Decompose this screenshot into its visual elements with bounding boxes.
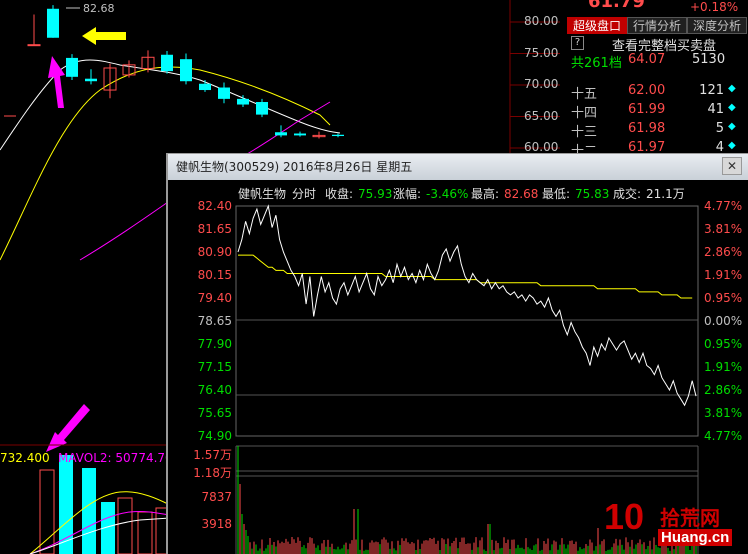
volume-axis-label: 7837 bbox=[201, 490, 232, 504]
candle-body-down bbox=[66, 57, 78, 77]
price-axis-label: 78.65 bbox=[197, 314, 232, 328]
pct-axis-label: 4.77% bbox=[704, 429, 743, 443]
level-price: 61.98 bbox=[628, 121, 666, 136]
candle-body-down bbox=[237, 98, 249, 105]
watermark-domain: Huang.cn bbox=[658, 529, 733, 546]
kline-axis-label: 75.00 bbox=[524, 45, 559, 60]
volume-axis-label: 1.57万 bbox=[193, 448, 232, 462]
last-price: 61.79 bbox=[588, 0, 645, 12]
price-axis-label: 80.15 bbox=[197, 268, 232, 282]
queue-summary-price: 64.07 bbox=[628, 52, 666, 67]
candle-body-down bbox=[256, 102, 268, 115]
diamond-icon: ◆ bbox=[728, 140, 736, 151]
volume-axis-label: 3918 bbox=[201, 517, 232, 531]
volume-ma-line bbox=[29, 491, 171, 554]
candle-body-down bbox=[332, 134, 344, 137]
volume-bar bbox=[117, 497, 133, 554]
candle-body-down bbox=[180, 59, 192, 82]
level-name: 十五 bbox=[571, 87, 598, 102]
pct-axis-label: 0.00% bbox=[704, 314, 743, 328]
magenta-arrow-icon bbox=[48, 56, 65, 108]
candle-body-down bbox=[218, 87, 230, 99]
watermark-logo: 10 拾荒网 Huang.cn bbox=[604, 496, 748, 554]
tab-depth-analysis[interactable]: 深度分析 bbox=[687, 17, 747, 34]
price-axis-label: 79.40 bbox=[197, 291, 232, 305]
candle-body-down bbox=[85, 78, 97, 82]
level-qty: 5 bbox=[715, 121, 724, 136]
pct-axis-label: 2.86% bbox=[704, 245, 743, 259]
kline-axis-label: 65.00 bbox=[524, 108, 559, 123]
tab-market-analysis[interactable]: 行情分析 bbox=[627, 17, 687, 34]
pct-axis-label: 2.86% bbox=[704, 383, 743, 397]
watermark-digits: 10 bbox=[604, 496, 645, 537]
tab-super-orderbook[interactable]: 超级盘口 bbox=[567, 17, 627, 34]
volume-ma-line bbox=[29, 511, 171, 554]
pct-axis-label: 0.95% bbox=[704, 337, 743, 351]
price-axis-label: 74.90 bbox=[197, 429, 232, 443]
pct-axis-label: 1.91% bbox=[704, 360, 743, 374]
pct-axis-label: 1.91% bbox=[704, 268, 743, 282]
candle-body-down bbox=[294, 133, 306, 136]
volume-bar bbox=[39, 469, 55, 554]
price-axis-label: 76.40 bbox=[197, 383, 232, 397]
intraday-chart bbox=[235, 204, 699, 554]
volume-bar bbox=[82, 468, 96, 554]
change-percent: +0.18% bbox=[690, 0, 739, 14]
queue-summary-label: 共261档 bbox=[571, 56, 622, 71]
price-axis-label: 81.65 bbox=[197, 222, 232, 236]
level-qty: 121 bbox=[699, 83, 724, 98]
intraday-popup-window[interactable]: 健帆生物(300529) 2016年8月26日 星期五 ✕ 健帆生物 分时 收盘… bbox=[166, 153, 748, 554]
diamond-icon: ◆ bbox=[728, 83, 736, 94]
pct-axis-label: 3.81% bbox=[704, 406, 743, 420]
yellow-arrow-icon bbox=[82, 27, 126, 45]
volume-label-left: 732.400 bbox=[0, 451, 50, 465]
candle-body-down bbox=[161, 54, 173, 72]
candle-body-up bbox=[27, 44, 41, 47]
kline-axis-label: 60.00 bbox=[524, 140, 559, 154]
intraday-price-line bbox=[237, 204, 697, 407]
price-axis-label: 80.90 bbox=[197, 245, 232, 259]
kline-price-axis: 80.00 75.00 70.00 65.00 60.00 bbox=[512, 0, 564, 160]
kline-high-label: 82.68 bbox=[83, 2, 115, 15]
price-axis-label: 75.65 bbox=[197, 406, 232, 420]
pct-axis-label: 0.95% bbox=[704, 291, 743, 305]
level-name: 十四 bbox=[571, 106, 598, 121]
price-axis-label: 77.90 bbox=[197, 337, 232, 351]
intraday-frame bbox=[235, 205, 699, 437]
help-icon[interactable]: ? bbox=[571, 36, 584, 50]
price-axis-label: 82.40 bbox=[197, 199, 232, 213]
level-price: 61.99 bbox=[628, 102, 666, 117]
volume-ma-label: MAVOL2: 50774.700 bbox=[58, 451, 181, 465]
pct-axis-label: 3.81% bbox=[704, 222, 743, 236]
level-name: 十三 bbox=[571, 125, 598, 140]
quote-panel: 61.79 +0.18% 超级盘口 行情分析 深度分析 ? 查看完整档买卖盘 共… bbox=[566, 0, 748, 160]
kline-axis-label: 80.00 bbox=[524, 14, 559, 28]
pct-axis-label: 4.77% bbox=[704, 199, 743, 213]
diamond-icon: ◆ bbox=[728, 121, 736, 132]
volume-bar bbox=[137, 511, 153, 554]
diamond-icon: ◆ bbox=[728, 102, 736, 113]
watermark-brand: 拾荒网 bbox=[660, 506, 720, 530]
volume-axis-label: 1.18万 bbox=[193, 466, 232, 480]
price-axis-label: 77.15 bbox=[197, 360, 232, 374]
candle-body-down bbox=[47, 8, 59, 38]
level-price: 62.00 bbox=[628, 83, 666, 98]
level-qty: 41 bbox=[707, 102, 724, 117]
candle-body-down bbox=[199, 83, 211, 91]
candle-body-down bbox=[275, 132, 287, 136]
kline-axis-label: 70.00 bbox=[524, 77, 559, 91]
queue-summary-qty: 5130 bbox=[692, 52, 726, 67]
